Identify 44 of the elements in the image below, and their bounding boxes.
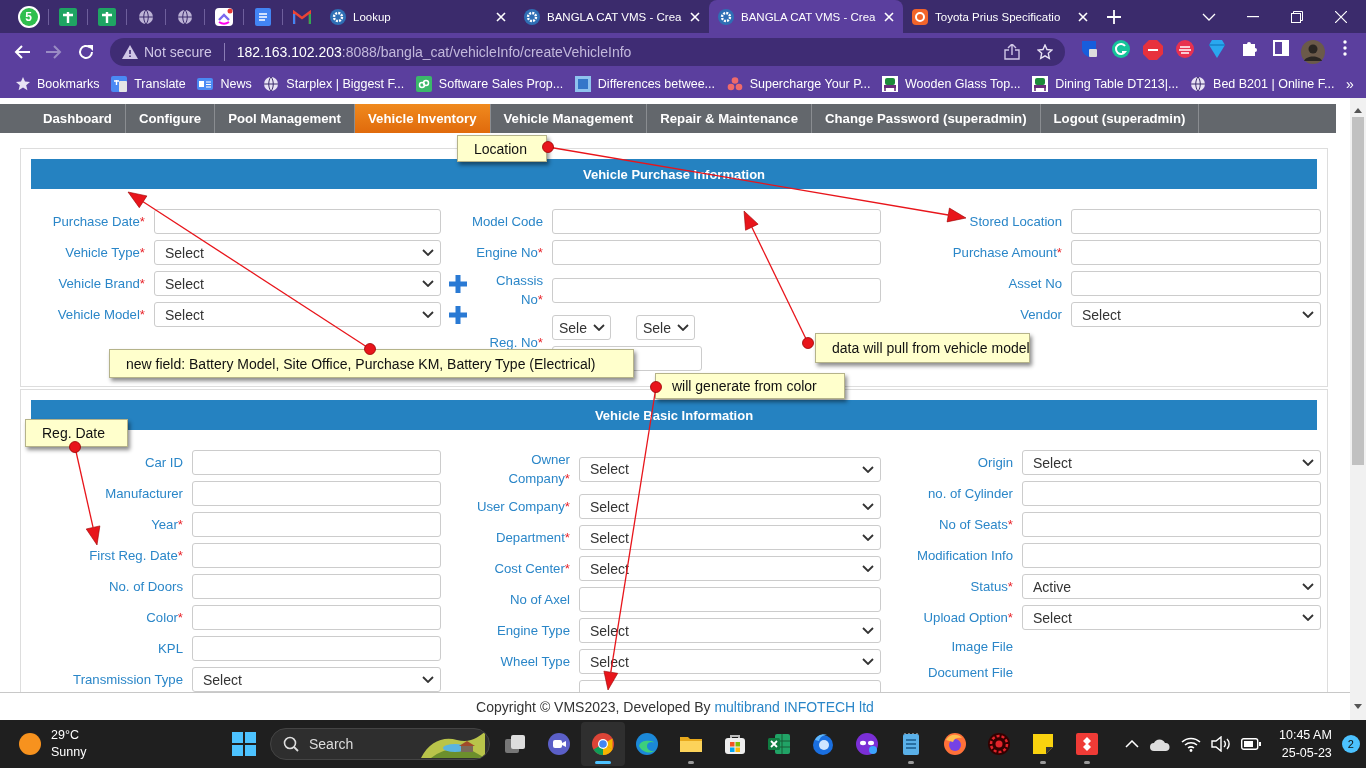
url-text: 182.163.102.203:8088/bangla_cat/vehicleInfo/createVehicleInfo bbox=[236, 43, 632, 60]
note-tooltip: Location bbox=[457, 135, 547, 162]
temperature: 29°C bbox=[51, 727, 80, 744]
field-label: Engine Type bbox=[496, 623, 570, 638]
field-label: Vehicle Model* bbox=[57, 307, 145, 322]
field-label: Reg. No* bbox=[489, 334, 543, 350]
field-label: User Company* bbox=[476, 499, 570, 514]
note-tooltip: data will pull from vehicle model bbox=[815, 333, 1030, 363]
field-label: KPL bbox=[158, 641, 183, 656]
field-label: Engine No* bbox=[476, 245, 543, 260]
field-label: Vehicle Type* bbox=[65, 245, 145, 260]
note-tooltip: will generate from color bbox=[655, 373, 845, 399]
field-label: Owner Company* bbox=[508, 452, 570, 486]
field-label: Image File bbox=[951, 638, 1013, 654]
field-label: Vehicle Brand* bbox=[58, 276, 145, 291]
field-label: No of Axel bbox=[509, 592, 570, 607]
field-label: Transmission Type bbox=[73, 672, 183, 687]
field-label: No. of Doors bbox=[108, 579, 183, 594]
field-label: No of Seats* bbox=[938, 517, 1013, 532]
field-label: Department* bbox=[495, 530, 570, 545]
field-label: Purchase Date* bbox=[52, 214, 145, 229]
field-label: Car ID bbox=[144, 455, 183, 470]
field-label: Modification Info bbox=[916, 548, 1013, 563]
field-label: Wheel Type bbox=[500, 654, 570, 669]
field-label: Status* bbox=[970, 579, 1013, 594]
field-label: Cost Center* bbox=[494, 561, 570, 576]
field-label: Vendor bbox=[1020, 307, 1062, 322]
field-label: First Reg. Date* bbox=[89, 548, 183, 563]
field-label: Purchase Amount* bbox=[952, 245, 1062, 260]
note-tooltip: new field: Battery Model, Site Office, Purchase KM, Battery Type (Electrical) bbox=[109, 349, 634, 378]
field-label: Asset No bbox=[1008, 276, 1062, 291]
field-label: no. of Cylinder bbox=[927, 486, 1013, 501]
weather-text: Sunny bbox=[51, 744, 87, 761]
field-label: Year* bbox=[151, 517, 183, 532]
field-label: Upload Option* bbox=[923, 610, 1013, 625]
field-label: Model Code bbox=[471, 214, 543, 229]
field-label: Origin bbox=[977, 455, 1013, 470]
copyright-text: Copyright © VMS2023, Developed By multibrand INFOTECH ltd bbox=[476, 698, 874, 715]
field-label: Stored Location bbox=[969, 214, 1062, 229]
field-label: Color* bbox=[146, 610, 183, 625]
note-tooltip: Reg. Date bbox=[25, 419, 128, 447]
field-label: Chassis No* bbox=[496, 273, 543, 307]
field-label: Manufacturer bbox=[105, 486, 183, 501]
field-label: Document File bbox=[927, 664, 1013, 680]
